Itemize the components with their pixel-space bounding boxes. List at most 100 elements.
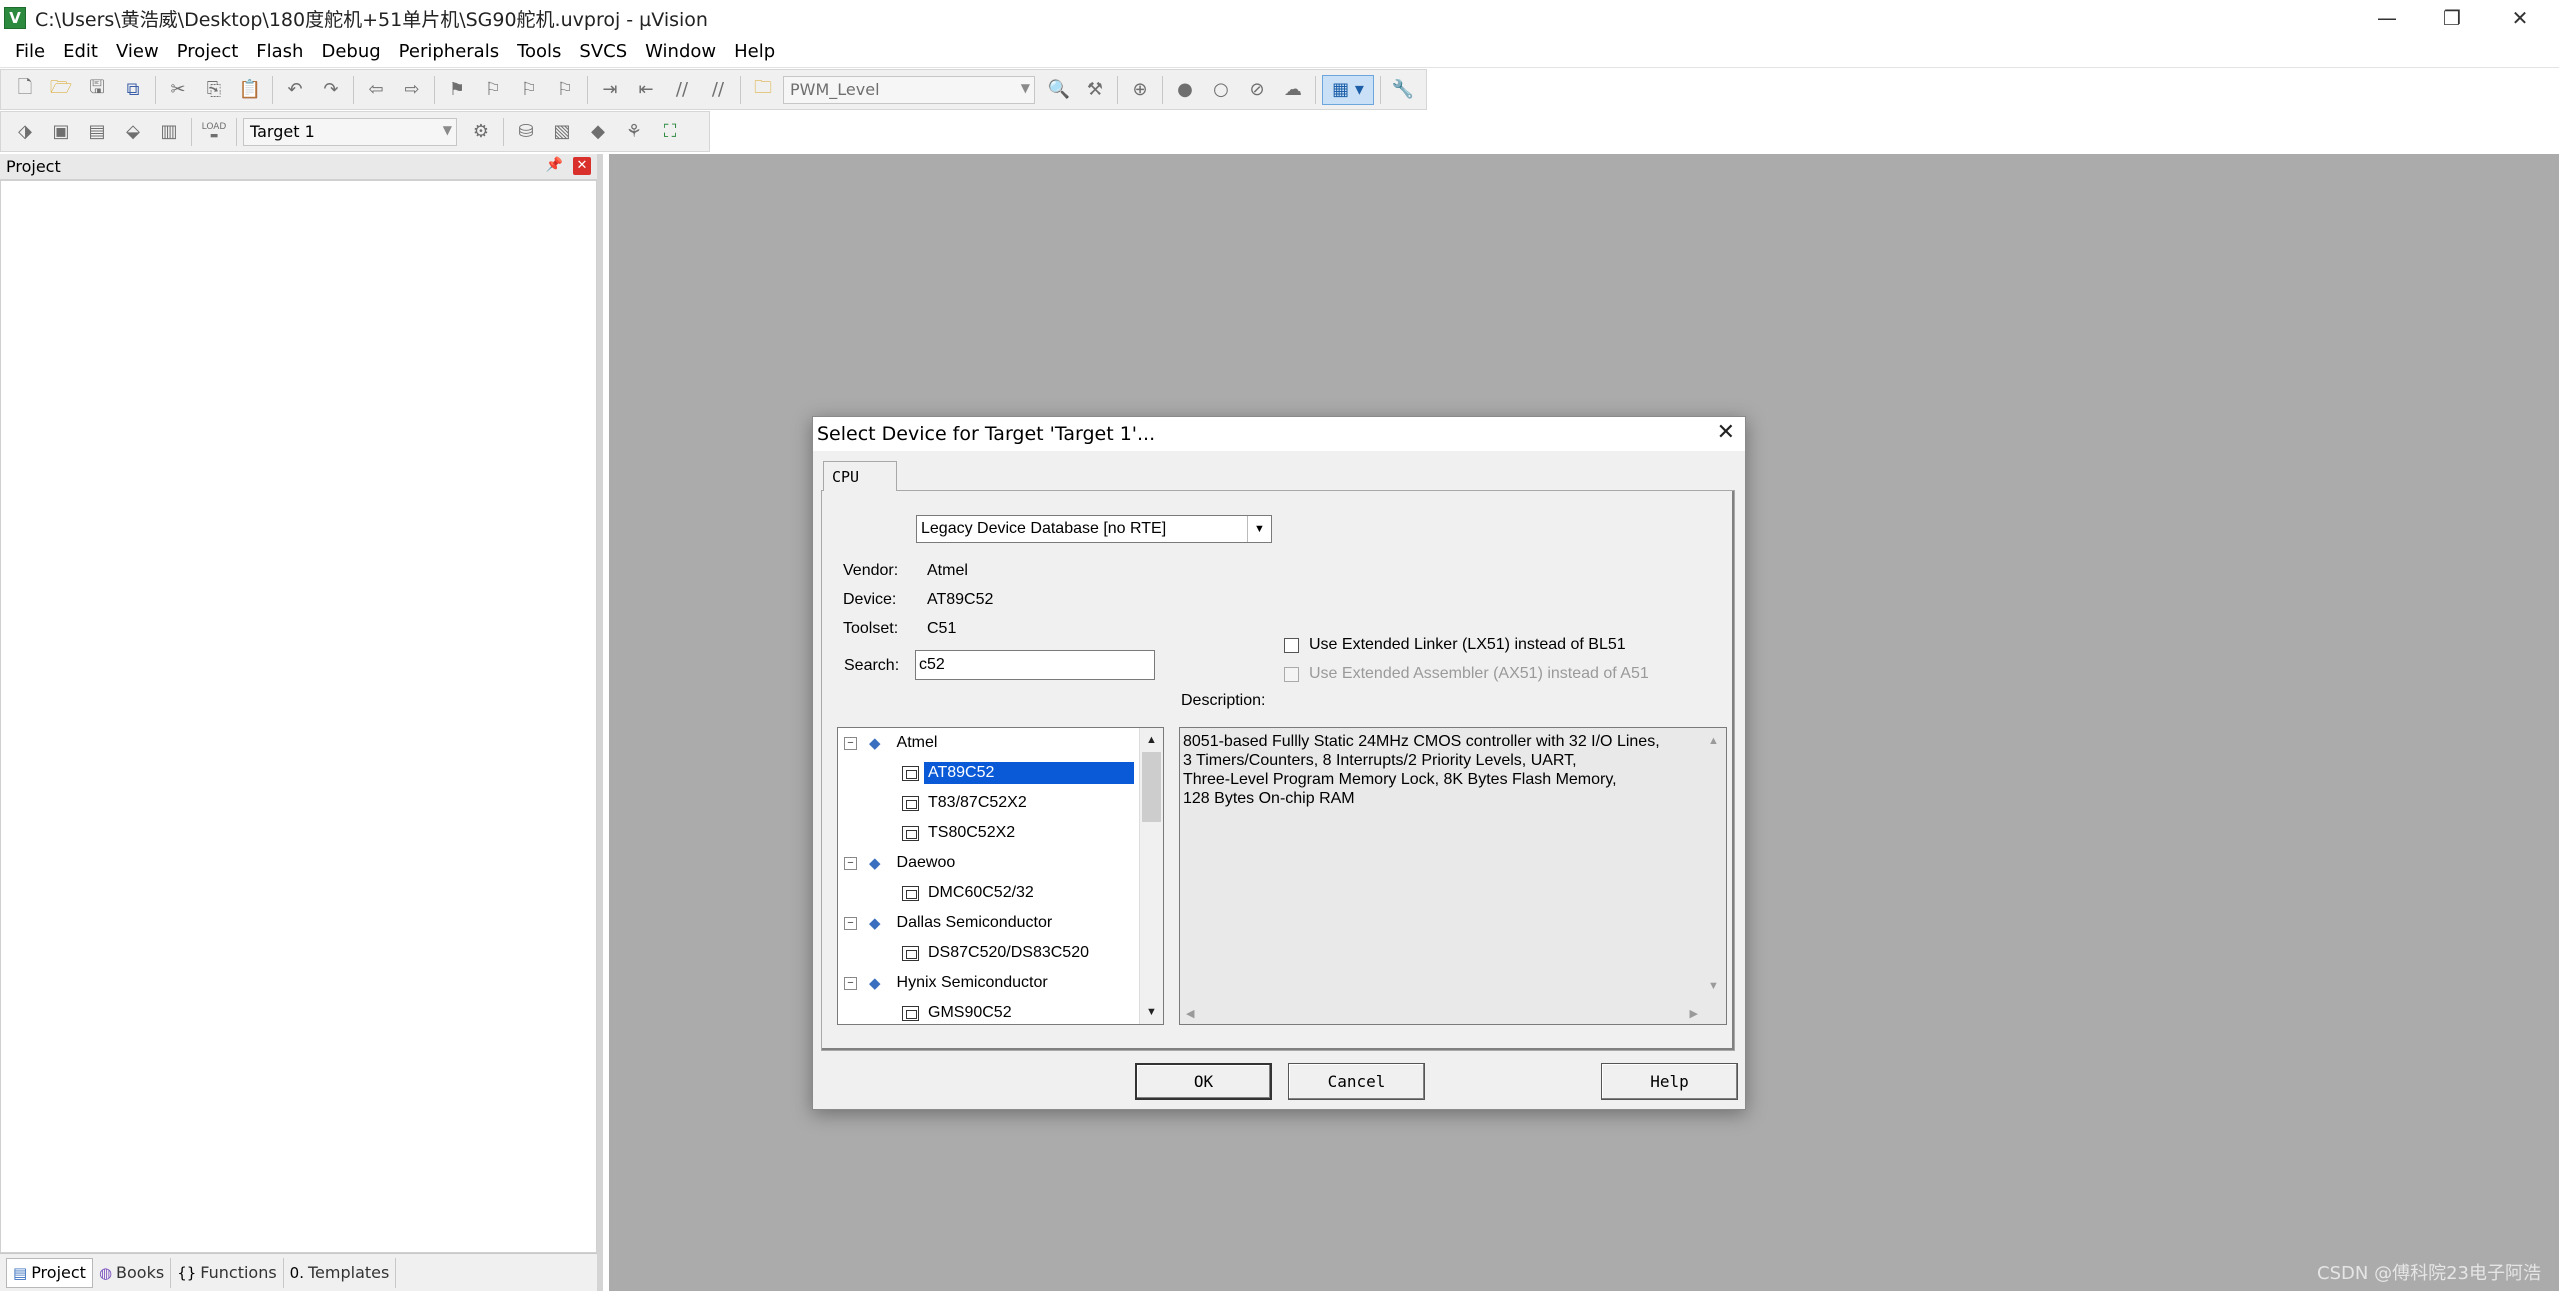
scroll-down-icon[interactable]: ▼ [1708, 977, 1719, 996]
clear-bookmarks-icon[interactable]: ⚐ [549, 75, 581, 105]
target-select[interactable]: Target 1 ▼ [243, 117, 457, 146]
new-file-icon[interactable]: 🗋 [9, 75, 41, 105]
title-bar: V C:\Users\黄浩威\Desktop\180度舵机+51单片机\SG90… [0, 0, 2559, 36]
breakpoint-icon[interactable]: ● [1169, 75, 1201, 105]
next-bookmark-icon[interactable]: ⚐ [513, 75, 545, 105]
tree-vendor-atmel[interactable]: − ◆ Atmel [844, 728, 941, 758]
tree-device-at89c52[interactable]: AT89C52 [902, 758, 1134, 788]
select-packs-icon[interactable]: ◆ [582, 117, 614, 147]
save-all-icon[interactable]: ⧉ [117, 75, 149, 105]
description-horizontal-scrollbar[interactable]: ◀ ▶ [1180, 1000, 1726, 1024]
manage-components-icon[interactable]: ▧ [546, 117, 578, 147]
minimize-button[interactable]: — [2357, 0, 2417, 36]
uncomment-icon[interactable]: // [702, 75, 734, 105]
undo-icon[interactable]: ↶ [279, 75, 311, 105]
ok-button[interactable]: OK [1135, 1063, 1272, 1100]
project-tree-area[interactable] [0, 180, 597, 1253]
comment-icon[interactable]: // [666, 75, 698, 105]
build-icon[interactable]: ▣ [45, 117, 77, 147]
description-vertical-scrollbar[interactable]: ▲ ▼ [1702, 728, 1726, 998]
window-layout-icon[interactable]: ▦ ▾ [1322, 74, 1374, 105]
cut-icon[interactable]: ✂ [162, 75, 194, 105]
find-combo[interactable]: PWM_Level ▼ [783, 75, 1035, 104]
tree-device-t83-87c52x2[interactable]: T83/87C52X2 [902, 788, 1031, 818]
translate-icon[interactable]: ⬗ [9, 117, 41, 147]
scroll-down-icon[interactable]: ▼ [1140, 1000, 1163, 1024]
save-icon[interactable]: 🖫 [81, 75, 113, 105]
open-folder-icon[interactable]: 🗁 [45, 75, 77, 105]
tree-device-gms90c52[interactable]: GMS90C52 [902, 998, 1016, 1024]
menu-peripherals[interactable]: Peripherals [390, 41, 508, 62]
menu-window[interactable]: Window [636, 41, 725, 62]
download-load-icon[interactable]: LOAD ▬ [198, 117, 230, 147]
menu-tools[interactable]: Tools [508, 41, 570, 62]
menu-debug[interactable]: Debug [312, 41, 389, 62]
tree-vendor-hynix[interactable]: − ◆ Hynix Semiconductor [844, 968, 1052, 998]
tab-functions[interactable]: {} Functions [171, 1257, 284, 1288]
description-line: 3 Timers/Counters, 8 Interrupts/2 Priori… [1183, 752, 1577, 769]
extended-linker-checkbox[interactable]: Use Extended Linker (LX51) instead of BL… [1284, 636, 1626, 654]
close-icon[interactable]: ✕ [573, 157, 591, 175]
scrollbar-thumb[interactable] [1142, 752, 1161, 822]
stop-build-icon[interactable]: ▥ [153, 117, 185, 147]
tree-vendor-daewoo[interactable]: − ◆ Daewoo [844, 848, 959, 878]
scroll-up-icon[interactable]: ▲ [1708, 732, 1719, 751]
tree-device-ds87c520[interactable]: DS87C520/DS83C520 [902, 938, 1093, 968]
incremental-find-icon[interactable]: ⚒ [1079, 75, 1111, 105]
restore-button[interactable]: ❐ [2422, 0, 2482, 36]
collapse-icon[interactable]: − [844, 856, 857, 870]
tab-books[interactable]: ◍ Books [93, 1257, 172, 1288]
device-tree[interactable]: − ◆ Atmel AT89C52 T83/87C52X2 TS80C52X2 … [837, 727, 1164, 1025]
collapse-icon[interactable]: − [844, 976, 857, 990]
menu-flash[interactable]: Flash [247, 41, 312, 62]
scroll-left-icon[interactable]: ◀ [1186, 1005, 1194, 1024]
configure-tools-icon[interactable]: 🔧 [1387, 75, 1419, 105]
scroll-right-icon[interactable]: ▶ [1690, 1005, 1698, 1024]
source-browser-icon[interactable]: ⊕ [1124, 75, 1156, 105]
help-button[interactable]: Help [1601, 1063, 1738, 1100]
find-icon[interactable]: 🔍 [1043, 75, 1075, 105]
disable-breakpoint-icon[interactable]: ○ [1205, 75, 1237, 105]
tree-scrollbar[interactable]: ▲ ▼ [1139, 728, 1163, 1024]
tab-cpu[interactable]: CPU [823, 461, 897, 491]
cancel-button[interactable]: Cancel [1288, 1063, 1425, 1100]
indent-icon[interactable]: ⇥ [594, 75, 626, 105]
pack-installer-icon[interactable]: ⚘ [618, 117, 650, 147]
batch-build-icon[interactable]: ⬙ [117, 117, 149, 147]
collapse-icon[interactable]: − [844, 916, 857, 930]
scroll-up-icon[interactable]: ▲ [1140, 728, 1163, 752]
tab-project[interactable]: ▤ Project [6, 1257, 93, 1288]
device-database-select[interactable]: Legacy Device Database [no RTE] ▼ [916, 515, 1272, 543]
insert-bookmark-icon[interactable]: ⚑ [441, 75, 473, 105]
rebuild-icon[interactable]: ▤ [81, 117, 113, 147]
tree-device-ts80c52x2[interactable]: TS80C52X2 [902, 818, 1019, 848]
redo-icon[interactable]: ↷ [315, 75, 347, 105]
menu-file[interactable]: File [6, 41, 54, 62]
run-time-environment-icon[interactable]: ⛶ [654, 117, 686, 147]
paste-icon[interactable]: 📋 [234, 75, 266, 105]
navigate-back-icon[interactable]: ⇦ [360, 75, 392, 105]
menu-svcs[interactable]: SVCS [570, 41, 636, 62]
pin-icon[interactable]: 📌 [546, 157, 563, 173]
previous-bookmark-icon[interactable]: ⚐ [477, 75, 509, 105]
copy-icon[interactable]: ⎘ [198, 75, 230, 105]
file-extensions-icon[interactable]: ⛁ [510, 117, 542, 147]
menu-project[interactable]: Project [168, 41, 248, 62]
kill-all-breakpoints-icon[interactable]: ☁ [1277, 75, 1309, 105]
close-window-button[interactable]: ✕ [2490, 0, 2550, 36]
disable-all-breakpoints-icon[interactable]: ⊘ [1241, 75, 1273, 105]
navigate-forward-icon[interactable]: ⇨ [396, 75, 428, 105]
tree-vendor-dallas[interactable]: − ◆ Dallas Semiconductor [844, 908, 1056, 938]
search-input[interactable]: c52 [915, 650, 1155, 680]
find-in-files-icon[interactable]: 🗀 [747, 75, 779, 105]
menu-edit[interactable]: Edit [54, 41, 107, 62]
menu-help[interactable]: Help [725, 41, 784, 62]
description-line: Three-Level Program Memory Lock, 8K Byte… [1183, 771, 1617, 788]
menu-view[interactable]: View [107, 41, 168, 62]
dialog-close-icon[interactable]: ✕ [1717, 420, 1735, 445]
tree-device-dmc60c52-32[interactable]: DMC60C52/32 [902, 878, 1038, 908]
unindent-icon[interactable]: ⇤ [630, 75, 662, 105]
collapse-icon[interactable]: − [844, 736, 857, 750]
tab-templates[interactable]: 0. Templates [284, 1257, 397, 1288]
target-options-icon[interactable]: ⚙ [465, 117, 497, 147]
